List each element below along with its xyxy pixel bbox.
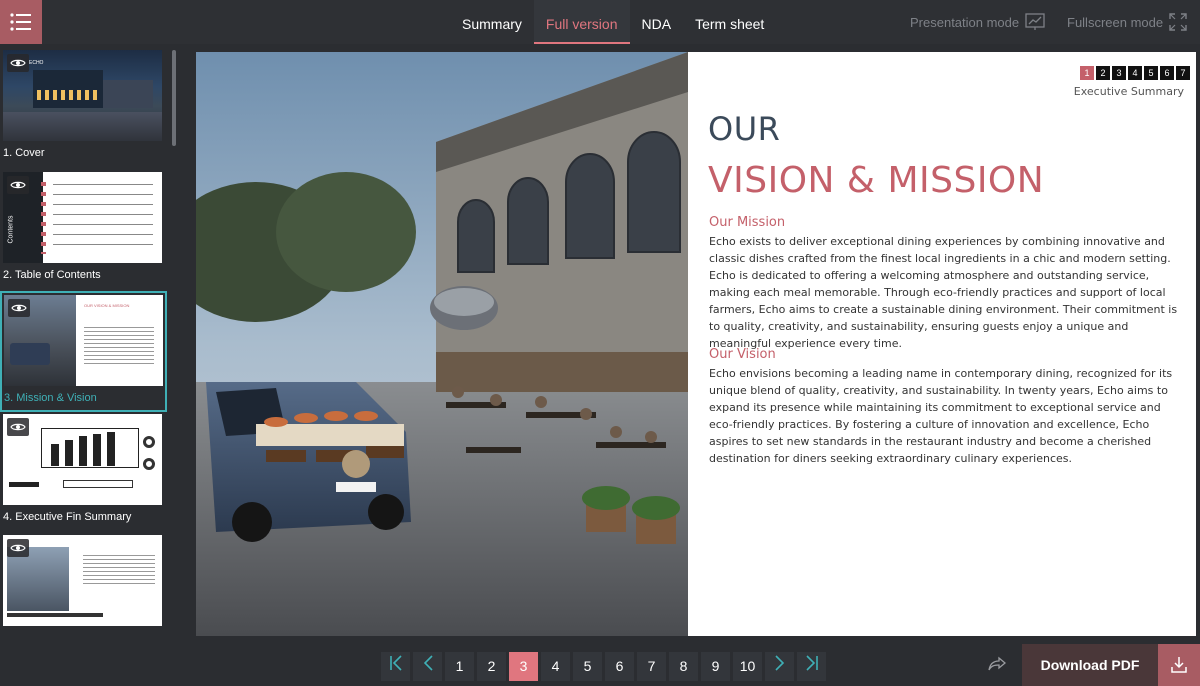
page-button-3[interactable]: 3	[509, 652, 538, 681]
slide-thumb-table-of-contents[interactable]: Contents 2. Table of Contents	[3, 172, 163, 281]
slide-page-7[interactable]: 7	[1176, 66, 1190, 80]
list-menu-icon	[10, 13, 31, 31]
first-page-icon	[389, 655, 402, 671]
chevron-right-icon	[774, 655, 784, 671]
prev-page-button[interactable]	[413, 652, 442, 681]
download-pdf-button[interactable]: Download PDF	[1022, 644, 1158, 686]
mission-text: Echo exists to deliver exceptional dinin…	[709, 235, 1178, 350]
bottom-bar: 1 2 3 4 5 6 7 8 9 10 Download PDF	[0, 644, 1200, 686]
slide-thumb-label: 1. Cover	[3, 147, 45, 159]
slide-page-2[interactable]: 2	[1096, 66, 1110, 80]
pagination: 1 2 3 4 5 6 7 8 9 10	[381, 652, 826, 681]
slide-page-5[interactable]: 5	[1144, 66, 1158, 80]
eye-icon[interactable]	[8, 299, 30, 317]
slide-page-4[interactable]: 4	[1128, 66, 1142, 80]
eye-icon[interactable]	[7, 54, 29, 72]
slide-thumb-label: 2. Table of Contents	[3, 269, 101, 281]
tab-nda[interactable]: NDA	[630, 0, 684, 44]
eye-icon[interactable]	[7, 176, 29, 194]
vision-text: Echo envisions becoming a leading name i…	[709, 367, 1173, 465]
top-bar: Summary Full version NDA Term sheet Pres…	[0, 0, 1200, 44]
slide-thumb-5[interactable]	[3, 535, 163, 626]
page-button-1[interactable]: 1	[445, 652, 474, 681]
share-arrow-icon	[988, 656, 1007, 671]
restaurant-food-truck-image	[196, 52, 688, 636]
page-button-7[interactable]: 7	[637, 652, 666, 681]
slide-thumb-mission-vision[interactable]: OUR VISION & MISSION 3. Mission & Vision	[0, 291, 167, 412]
tab-summary[interactable]: Summary	[450, 0, 534, 44]
slide-page-index: 1 2 3 4 5 6 7	[1080, 66, 1190, 80]
slide-thumb-label: 3. Mission & Vision	[4, 392, 97, 404]
last-page-icon	[805, 655, 818, 671]
eye-icon[interactable]	[7, 418, 29, 436]
eye-icon[interactable]	[7, 539, 29, 557]
slide-thumb-exec-fin-summary[interactable]: 4. Executive Fin Summary	[3, 414, 163, 523]
download-icon	[1171, 657, 1187, 673]
slide-page-1[interactable]: 1	[1080, 66, 1094, 80]
page-button-8[interactable]: 8	[669, 652, 698, 681]
slide-thumbnail-sidebar: ECHO 1. Cover Contents 2. Table of Conte…	[0, 44, 178, 642]
fullscreen-mode-label: Fullscreen mode	[1067, 14, 1164, 30]
section-label: Executive Summary	[1073, 85, 1184, 98]
slide-canvas: 1 2 3 4 5 6 7 Executive Summary OUR VISI…	[196, 52, 1196, 636]
tab-term-sheet[interactable]: Term sheet	[683, 0, 776, 44]
download-icon-button[interactable]	[1158, 644, 1200, 686]
slide-thumb-label: 4. Executive Fin Summary	[3, 511, 132, 523]
presentation-mode-label: Presentation mode	[910, 14, 1020, 30]
page-button-6[interactable]: 6	[605, 652, 634, 681]
fullscreen-mode-button[interactable]: Fullscreen mode	[1067, 0, 1187, 44]
doc-tabs: Summary Full version NDA Term sheet	[450, 0, 776, 44]
chevron-left-icon	[423, 655, 433, 671]
presentation-mode-button[interactable]: Presentation mode	[910, 0, 1045, 44]
sidebar-scrollbar[interactable]	[172, 50, 176, 146]
thumb-contents-text: Contents	[7, 215, 15, 244]
slide-page-6[interactable]: 6	[1160, 66, 1174, 80]
menu-button[interactable]	[0, 0, 42, 44]
page-button-4[interactable]: 4	[541, 652, 570, 681]
share-button[interactable]	[988, 656, 1007, 677]
thumb-title-text: ECHO	[29, 60, 44, 66]
last-page-button[interactable]	[797, 652, 826, 681]
page-button-10[interactable]: 10	[733, 652, 762, 681]
slide-page-3[interactable]: 3	[1112, 66, 1126, 80]
presentation-chart-icon	[1025, 13, 1045, 30]
slide-title-line-1: OUR	[708, 110, 781, 148]
page-button-9[interactable]: 9	[701, 652, 730, 681]
next-page-button[interactable]	[765, 652, 794, 681]
page-button-2[interactable]: 2	[477, 652, 506, 681]
vision-heading: Our Vision	[709, 347, 776, 362]
slide-text-panel: 1 2 3 4 5 6 7 Executive Summary OUR VISI…	[688, 52, 1196, 636]
fullscreen-expand-icon	[1169, 13, 1187, 31]
tab-full-version[interactable]: Full version	[533, 0, 630, 44]
slide-title-line-2: VISION & MISSION	[708, 160, 1045, 201]
first-page-button[interactable]	[381, 652, 410, 681]
slide-photo	[196, 52, 688, 636]
slide-thumb-cover[interactable]: ECHO 1. Cover	[3, 50, 163, 159]
mission-heading: Our Mission	[709, 215, 786, 230]
thumb-slide-title: OUR VISION & MISSION	[84, 303, 130, 308]
page-button-5[interactable]: 5	[573, 652, 602, 681]
